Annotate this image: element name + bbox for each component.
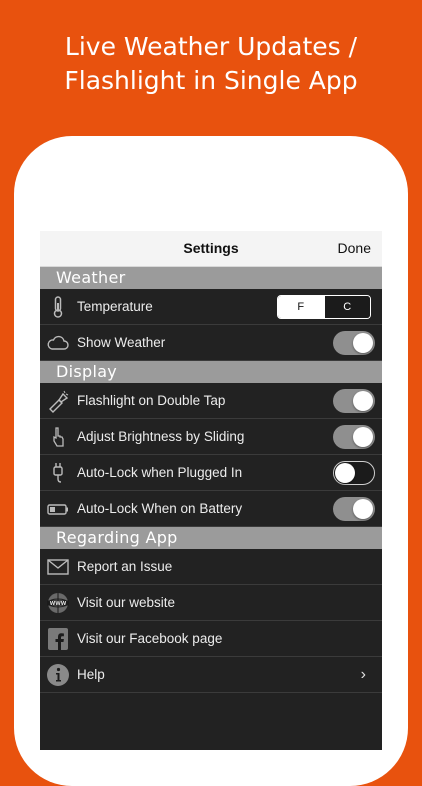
hand-pointer-icon [45,424,71,449]
flashlight-toggle[interactable] [333,389,375,413]
empty-row [40,693,382,750]
website-label: Visit our website [77,595,176,610]
promo-headline: Live Weather Updates / Flashlight in Sin… [0,30,422,98]
thermometer-icon [45,294,71,319]
envelope-icon [45,554,71,579]
cloud-icon [45,330,71,355]
flashlight-label: Flashlight on Double Tap [77,393,226,408]
temperature-row: Temperature F C [40,289,382,325]
section-header-display: Display [40,361,382,383]
help-label: Help [77,667,105,682]
done-button[interactable]: Done [338,240,371,256]
facebook-icon [45,626,71,651]
facebook-row[interactable]: Visit our Facebook page [40,621,382,657]
show-weather-toggle[interactable] [333,331,375,355]
svg-text:WWW: WWW [50,600,67,606]
battery-icon [45,496,71,521]
autolock-battery-toggle[interactable] [333,497,375,521]
section-header-regarding: Regarding App [40,527,382,549]
autolock-plugged-toggle[interactable] [333,461,375,485]
globe-www-icon: WWW [45,590,71,615]
brightness-label: Adjust Brightness by Sliding [77,429,245,444]
section-header-weather: Weather [40,267,382,289]
autolock-plugged-row: Auto-Lock when Plugged In [40,455,382,491]
plug-icon [45,460,71,485]
autolock-battery-row: Auto-Lock When on Battery [40,491,382,527]
info-icon [45,662,71,687]
flashlight-icon [45,388,71,413]
help-row[interactable]: Help › [40,657,382,693]
website-row[interactable]: WWW Visit our website [40,585,382,621]
temperature-label: Temperature [77,299,153,314]
settings-screen: Settings Done Weather Temperature F C Sh… [40,231,382,750]
headline-line-2: Flashlight in Single App [64,66,358,95]
show-weather-row: Show Weather [40,325,382,361]
report-issue-row[interactable]: Report an Issue [40,549,382,585]
toggle-knob [353,499,373,519]
brightness-row: Adjust Brightness by Sliding [40,419,382,455]
flashlight-row: Flashlight on Double Tap [40,383,382,419]
report-issue-label: Report an Issue [77,559,173,574]
brightness-toggle[interactable] [333,425,375,449]
toggle-knob [353,391,373,411]
fahrenheit-option[interactable]: F [278,296,324,318]
toggle-knob [353,333,373,353]
celsius-option[interactable]: C [323,296,370,318]
facebook-label: Visit our Facebook page [77,631,223,646]
autolock-battery-label: Auto-Lock When on Battery [77,501,243,516]
temperature-unit-control: F C [277,295,371,319]
chevron-right-icon: › [360,666,366,683]
headline-line-1: Live Weather Updates / [64,32,358,61]
toggle-knob [353,427,373,447]
page-title: Settings [183,240,239,256]
autolock-plugged-label: Auto-Lock when Plugged In [77,465,243,480]
toggle-knob [335,463,355,483]
navigation-bar: Settings Done [40,231,382,267]
show-weather-label: Show Weather [77,335,166,350]
